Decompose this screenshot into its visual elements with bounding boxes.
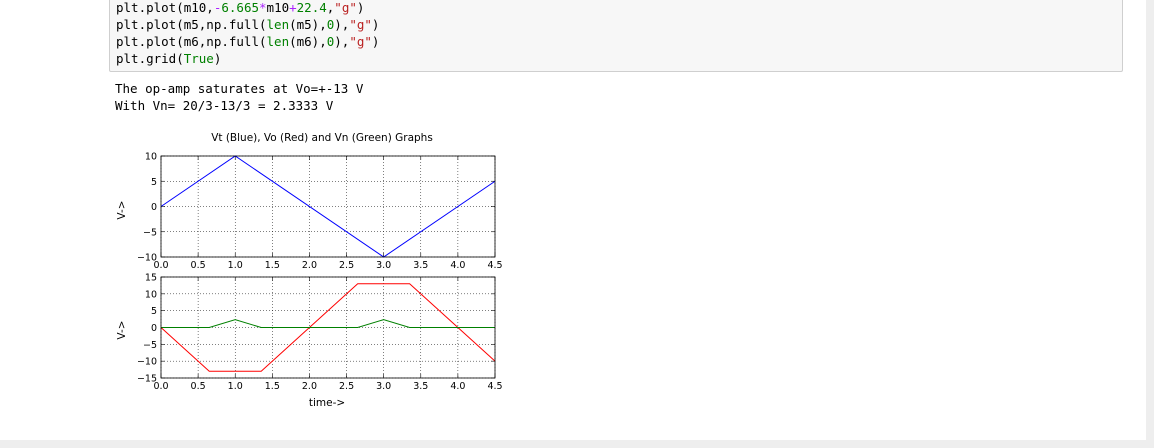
output-line-2: With Vn= 20/3-13/3 = 2.3333 V xyxy=(115,98,334,113)
x-tick-label: 1.5 xyxy=(265,381,280,392)
x-tick-label: 1.0 xyxy=(228,381,243,392)
x-tick-label: 2.0 xyxy=(302,381,317,392)
x-tick-label: 0.5 xyxy=(191,260,206,271)
axes-top: 0.0 0.5 1.0 1.5 2.0 2.5 3.0 3.5 4.0 4.51050−5−10 xyxy=(137,152,503,272)
code-line-1: plt.plot(m10,-6.665*m10+22.4,"g") xyxy=(116,0,365,15)
y-tick-label: −5 xyxy=(143,227,157,238)
y-tick-label: 15 xyxy=(145,273,157,284)
code-line-4: plt.grid(True) xyxy=(116,51,222,66)
y-tick-label: −10 xyxy=(137,357,157,368)
x-tick-label: 1.0 xyxy=(228,260,243,271)
y-tick-label: −15 xyxy=(137,374,157,385)
x-tick-label: 4.5 xyxy=(487,381,502,392)
x-tick-label: 2.5 xyxy=(339,260,354,271)
y-tick-label: 0 xyxy=(151,202,157,213)
axes-frame xyxy=(160,155,496,258)
x-tick-label: 3.5 xyxy=(413,260,428,271)
output-line-1: The op-amp saturates at Vo=+-13 V xyxy=(115,81,364,96)
y-tick-label: −5 xyxy=(143,340,157,351)
ylabel-bottom: V-> xyxy=(116,320,128,339)
code-line-2: plt.plot(m5,np.full(len(m5),0),"g") xyxy=(116,17,380,32)
x-tick-label: 0.5 xyxy=(191,381,206,392)
x-tick-label: 3.0 xyxy=(376,260,391,271)
x-tick-label: 4.0 xyxy=(450,260,465,271)
y-tick-label: 10 xyxy=(145,152,157,163)
x-tick-label: 2.0 xyxy=(302,260,317,271)
matplotlib-figure: Vt (Blue), Vo (Red) and Vn (Green) Graph… xyxy=(116,132,503,409)
axes-bottom: 0.0 0.5 1.0 1.5 2.0 2.5 3.0 3.5 4.0 4.5151050−5−1… xyxy=(137,273,503,393)
ylabel-top: V-> xyxy=(116,200,128,219)
x-tick-label: 3.0 xyxy=(376,381,391,392)
y-tick-label: 5 xyxy=(151,306,157,317)
code-line-3: plt.plot(m6,np.full(len(m6),0),"g") xyxy=(116,34,380,49)
y-tick-label: 10 xyxy=(145,289,157,300)
x-tick-label: 4.0 xyxy=(450,381,465,392)
series-line xyxy=(160,155,496,258)
xlabel-bottom: time-> xyxy=(309,397,345,409)
notebook-area: plt.plot(m10,-6.665*m10+22.4,"g") plt.pl… xyxy=(0,0,1146,440)
x-tick-label: 1.5 xyxy=(265,260,280,271)
chart-title: Vt (Blue), Vo (Red) and Vn (Green) Graph… xyxy=(211,132,433,144)
y-tick-label: 5 xyxy=(151,177,157,188)
x-tick-label: 4.5 xyxy=(487,260,502,271)
code-cell-input[interactable]: plt.plot(m10,-6.665*m10+22.4,"g") plt.pl… xyxy=(109,0,1123,72)
x-tick-label: 2.5 xyxy=(339,381,354,392)
y-tick-label: 0 xyxy=(151,323,157,334)
x-tick-label: 3.5 xyxy=(413,381,428,392)
series-line xyxy=(161,319,495,328)
y-tick-label: −10 xyxy=(137,253,157,264)
